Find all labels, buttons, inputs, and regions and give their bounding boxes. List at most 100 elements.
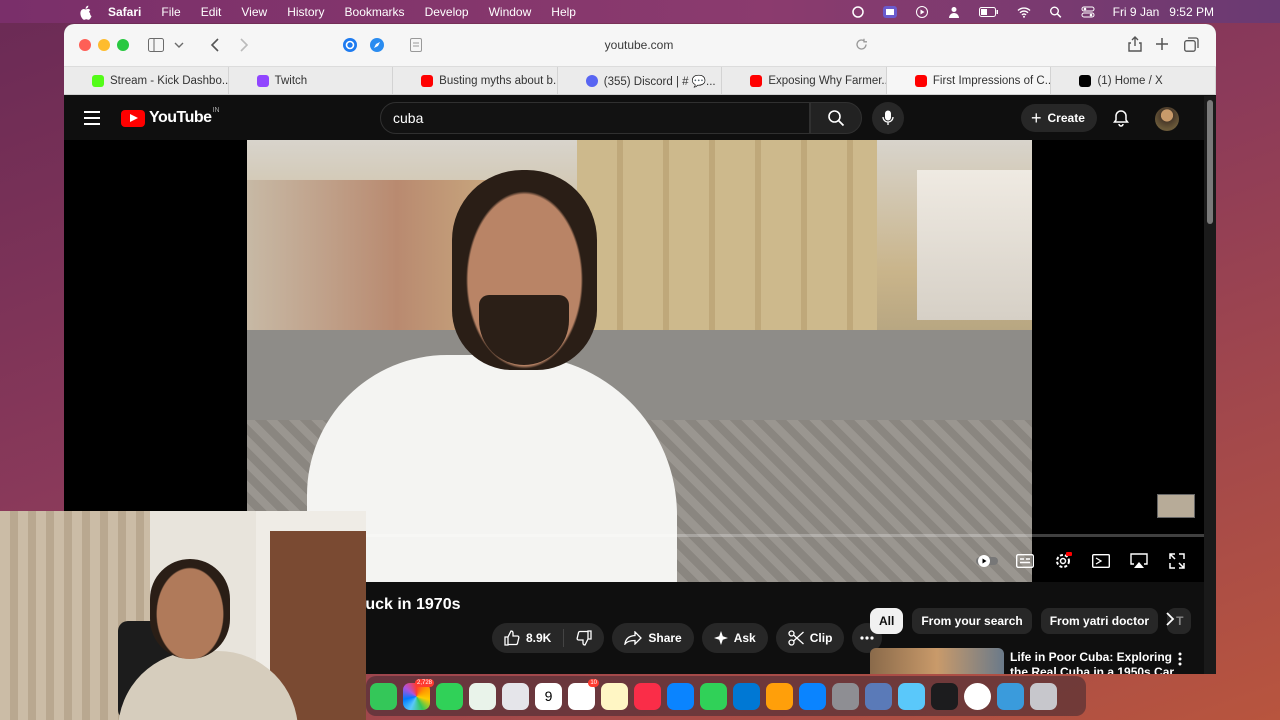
recommendation-thumbnail[interactable] — [870, 648, 1004, 674]
reader-icon[interactable] — [410, 38, 422, 52]
microphone-icon — [882, 110, 894, 125]
app-store-icon[interactable] — [799, 682, 826, 710]
menu-hamburger-icon[interactable] — [84, 111, 100, 125]
play-status-icon[interactable] — [915, 5, 929, 18]
activity-monitor-icon[interactable] — [931, 682, 958, 710]
menu-history[interactable]: History — [287, 5, 324, 19]
airplay-button[interactable] — [1128, 552, 1150, 570]
music-app-icon[interactable] — [634, 682, 661, 710]
menu-file[interactable]: File — [161, 5, 180, 19]
clip-button[interactable]: Clip — [775, 623, 845, 653]
minimize-window-button[interactable] — [98, 39, 110, 51]
pages-app-icon[interactable] — [766, 682, 793, 710]
screen-record-icon[interactable] — [882, 5, 897, 18]
apple-menu-icon[interactable] — [78, 4, 94, 20]
tab-discord[interactable]: (355) Discord | # 💬... — [558, 67, 723, 94]
menu-help[interactable]: Help — [551, 5, 576, 19]
keynote-app-icon[interactable] — [667, 682, 694, 710]
trash-icon[interactable] — [1030, 682, 1057, 710]
tab-twitch[interactable]: Twitch — [229, 67, 394, 94]
tab-exposing-farmers[interactable]: Exposing Why Farmer... — [722, 67, 887, 94]
chip-from-your-search[interactable]: From your search — [912, 608, 1032, 634]
menu-app-name[interactable]: Safari — [108, 5, 141, 19]
maps-app-icon[interactable] — [469, 682, 496, 710]
launchpad-app-icon[interactable] — [502, 682, 529, 710]
system-settings-icon[interactable] — [832, 682, 859, 710]
ask-button[interactable]: Ask — [701, 623, 768, 653]
photos-app-icon[interactable]: 2,728 — [403, 678, 434, 710]
tab-overview-icon[interactable] — [1184, 37, 1199, 52]
menu-window[interactable]: Window — [489, 5, 532, 19]
battery-icon[interactable] — [978, 6, 999, 18]
reminders-badge: 10 — [588, 678, 599, 687]
new-tab-icon[interactable] — [1156, 38, 1168, 50]
weather-app-icon[interactable] — [898, 682, 925, 710]
preview-app-icon[interactable] — [865, 682, 892, 710]
tab-kick-dashboard[interactable]: Stream - Kick Dashbo... — [64, 67, 229, 94]
voice-search-button[interactable] — [872, 102, 904, 134]
privacy-extension-icon[interactable] — [342, 37, 358, 53]
autoplay-toggle[interactable] — [976, 552, 998, 570]
zoom-window-button[interactable] — [117, 39, 129, 51]
chip-from-yatri-doctor[interactable]: From yatri doctor — [1040, 608, 1159, 634]
chip-all[interactable]: All — [870, 608, 904, 634]
youtube-favicon-icon — [421, 74, 434, 87]
spotlight-search-icon[interactable] — [1049, 6, 1063, 18]
downloads-folder-icon[interactable] — [997, 682, 1024, 710]
facetime-app-icon[interactable] — [436, 682, 463, 710]
reload-icon[interactable] — [855, 38, 868, 51]
compass-extension-icon[interactable] — [369, 37, 385, 53]
recommendation-title[interactable]: Life in Poor Cuba: Exploring the Real Cu… — [1010, 650, 1175, 674]
menu-develop[interactable]: Develop — [425, 5, 469, 19]
calendar-app-icon[interactable]: 9 — [535, 682, 562, 710]
recommendation-filter-chips: All From your search From yatri doctor T — [870, 608, 1200, 634]
settings-button[interactable] — [1052, 552, 1074, 570]
scrollbar-thumb[interactable] — [1207, 100, 1213, 224]
clock-app-icon[interactable] — [964, 682, 991, 710]
chevron-down-icon[interactable] — [174, 41, 184, 49]
fullscreen-button[interactable] — [1166, 552, 1188, 570]
numbers-app-icon[interactable] — [700, 682, 727, 710]
wifi-icon[interactable] — [1017, 6, 1031, 18]
close-window-button[interactable] — [79, 39, 91, 51]
address-bar[interactable]: youtube.com — [484, 38, 794, 52]
like-button[interactable]: 8.9K — [492, 623, 563, 653]
tab-first-impressions[interactable]: First Impressions of C... — [886, 67, 1052, 94]
webcam-overlay — [0, 511, 366, 720]
miniplayer-preview[interactable] — [1157, 494, 1195, 518]
reminders-app-icon[interactable]: 10 — [568, 678, 599, 710]
menu-bar-time[interactable]: 9:52 PM — [1169, 5, 1214, 19]
dislike-button[interactable] — [564, 623, 604, 653]
account-avatar[interactable] — [1155, 107, 1179, 131]
windows-app-icon[interactable] — [733, 682, 760, 710]
page-scrollbar[interactable] — [1204, 96, 1216, 674]
back-button[interactable] — [210, 38, 220, 52]
create-button[interactable]: + Create — [1021, 104, 1097, 132]
notes-app-icon[interactable] — [601, 682, 628, 710]
menu-bar-date[interactable]: Fri 9 Jan — [1113, 5, 1160, 19]
user-icon[interactable] — [947, 6, 961, 18]
control-center-icon[interactable] — [1081, 6, 1095, 18]
share-button[interactable]: Share — [612, 623, 694, 653]
tab-busting-myths[interactable]: Busting myths about b... — [393, 67, 558, 94]
more-vertical-icon[interactable] — [1178, 652, 1182, 666]
sidebar-toggle-icon[interactable] — [148, 38, 164, 52]
messages-app-icon[interactable] — [370, 682, 397, 710]
youtube-logo[interactable]: YouTube IN — [121, 107, 220, 127]
notifications-bell-icon[interactable] — [1112, 109, 1130, 127]
search-input[interactable]: cuba — [380, 102, 810, 134]
forward-button[interactable] — [239, 38, 249, 52]
share-icon[interactable] — [1128, 36, 1142, 52]
menu-bookmarks[interactable]: Bookmarks — [345, 5, 405, 19]
search-button[interactable] — [810, 102, 862, 134]
menu-edit[interactable]: Edit — [201, 5, 222, 19]
chevron-right-icon[interactable] — [1165, 612, 1175, 626]
sparkle-icon — [713, 631, 728, 645]
subtitles-button[interactable] — [1014, 552, 1036, 570]
menu-view[interactable]: View — [241, 5, 267, 19]
miniplayer-button[interactable] — [1090, 552, 1112, 570]
tab-x-home[interactable]: (1) Home / X — [1051, 67, 1216, 94]
subtitles-icon — [1016, 554, 1034, 568]
airplay-icon — [1130, 553, 1148, 568]
creative-cloud-icon[interactable] — [851, 5, 865, 18]
